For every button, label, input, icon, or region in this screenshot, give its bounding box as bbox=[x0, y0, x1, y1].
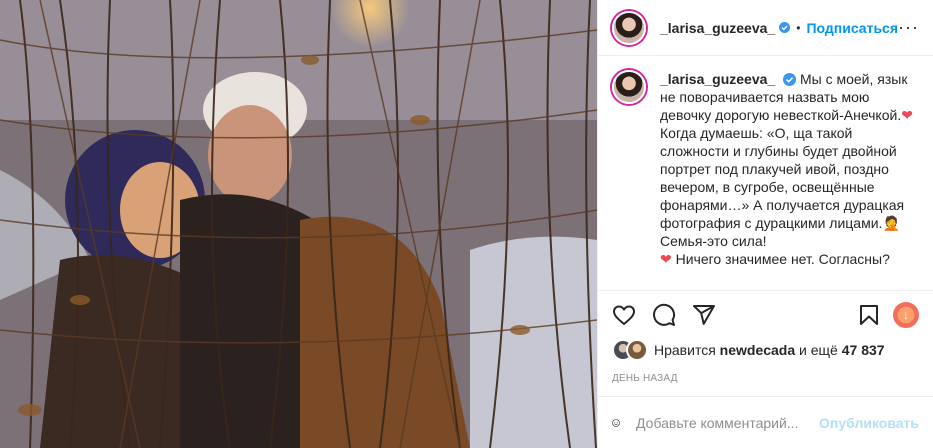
comment-input[interactable] bbox=[634, 413, 820, 432]
facepalm-emoji: 🤦 bbox=[882, 215, 900, 231]
caption-verified-badge-icon bbox=[783, 73, 797, 86]
likes-row: Нравится newdecada и ещё 47 837 bbox=[612, 339, 919, 361]
comment-icon[interactable] bbox=[652, 303, 676, 327]
caption-text: _larisa_guzeeva_ Мы с моей, язык не пово… bbox=[660, 70, 919, 286]
publish-button[interactable]: Опубликовать bbox=[819, 415, 919, 431]
caption-part-4: Ничего значимее нет. Согласны? bbox=[671, 251, 890, 267]
caption-username[interactable]: _larisa_guzeeva_ bbox=[660, 71, 775, 87]
post-header: _larisa_guzeeva_ • Подписаться ··· bbox=[598, 0, 933, 56]
likes-middle: и ещё bbox=[795, 342, 842, 358]
likes-count[interactable]: 47 837 bbox=[842, 342, 885, 358]
post-side-panel: _larisa_guzeeva_ • Подписаться ··· _lari… bbox=[597, 0, 933, 448]
instagram-post: _larisa_guzeeva_ • Подписаться ··· _lari… bbox=[0, 0, 933, 448]
liker-avatar[interactable] bbox=[626, 339, 648, 361]
post-actions: ↓ Нравится newdecada и ещё 47 837 ДЕНЬ Н… bbox=[598, 290, 933, 384]
bookmark-icon[interactable] bbox=[857, 303, 881, 327]
comment-bar: Опубликовать bbox=[598, 396, 933, 448]
caption-part-2: Когда думаешь: «О, ща такой сложности и … bbox=[660, 125, 905, 231]
heart-icon[interactable] bbox=[612, 303, 636, 327]
liked-by-user[interactable]: newdecada bbox=[720, 342, 795, 358]
caption-section: _larisa_guzeeva_ Мы с моей, язык не пово… bbox=[598, 56, 933, 286]
caption-author-avatar[interactable] bbox=[612, 70, 646, 104]
likes-prefix: Нравится bbox=[654, 342, 720, 358]
action-icons-row: ↓ bbox=[612, 295, 919, 335]
photo-illustration bbox=[0, 0, 597, 448]
follow-button[interactable]: Подписаться bbox=[806, 20, 898, 36]
share-icon[interactable] bbox=[692, 303, 716, 327]
likes-text: Нравится newdecada и ещё 47 837 bbox=[654, 342, 885, 358]
emoji-icon[interactable] bbox=[612, 411, 620, 435]
post-timestamp[interactable]: ДЕНЬ НАЗАД bbox=[612, 373, 919, 384]
verified-badge-icon bbox=[779, 21, 791, 34]
header-separator: • bbox=[796, 20, 801, 35]
heart-emoji-2: ❤ bbox=[660, 251, 672, 267]
download-extension-icon[interactable]: ↓ bbox=[893, 302, 919, 328]
more-options-icon[interactable]: ··· bbox=[898, 17, 919, 38]
heart-emoji: ❤ bbox=[901, 107, 913, 123]
author-avatar[interactable] bbox=[612, 10, 646, 45]
author-username[interactable]: _larisa_guzeeva_ bbox=[660, 20, 775, 36]
caption-part-3: Семья-это сила! bbox=[660, 233, 767, 249]
post-photo[interactable] bbox=[0, 0, 597, 448]
